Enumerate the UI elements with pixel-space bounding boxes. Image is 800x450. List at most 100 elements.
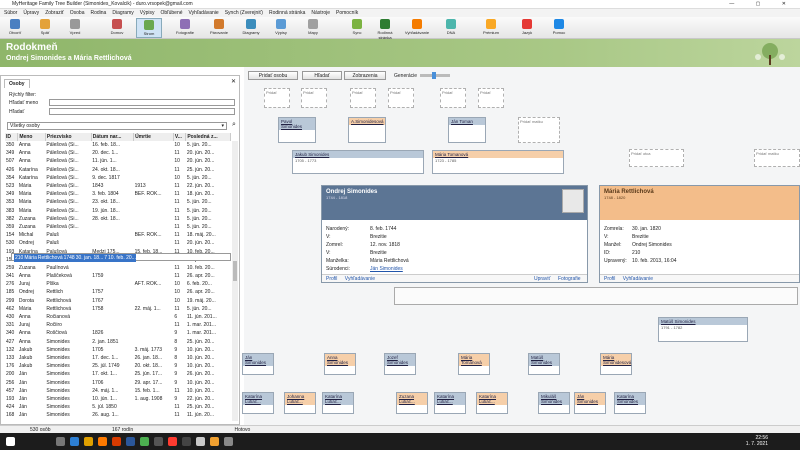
grandchild-node[interactable]: Katarína Lutiač... [476,392,508,414]
mother-node[interactable]: Mária Tomanová 1723 - 1785 [432,150,564,174]
node-name[interactable]: Matúš Simonides [659,318,747,325]
taskbar-app-icon[interactable] [126,437,135,446]
taskbar-app-icon[interactable] [56,437,65,446]
menu-item[interactable]: Výpisy [140,10,155,16]
person-filter-select[interactable]: Všetky osoby ▾ [7,122,227,130]
views-button[interactable]: Zobrazenia [344,71,386,80]
column-header[interactable]: V... [173,133,187,141]
add-great-grandparent[interactable]: Pridať [301,88,327,108]
add-mother-box[interactable]: Pridať matku [518,117,560,143]
node-name[interactable]: Anna Simonides [325,354,355,366]
table-row[interactable]: 457 Ján Simonides 24. máj. 1... 15. feb. 1..… [5,387,231,395]
column-header[interactable]: ID [5,133,19,141]
grandchild-node[interactable]: Katarína Lutiač... [434,392,466,414]
node-name[interactable]: Jozef Simonides [385,354,415,366]
column-header[interactable]: Posledná z... [185,133,231,141]
table-row[interactable]: 430 Anna Ročianová 6 11. jún. 201... [5,313,231,321]
grandchild-node[interactable]: Johanna Lutiač... [284,392,316,414]
siblings-link[interactable]: Ján Simonides [370,266,403,272]
menu-item[interactable]: Osoba [70,10,85,16]
table-row[interactable]: 462 Mária Rettlichová 1758 22. máj. 1... 11 5.… [5,305,231,313]
table-row[interactable]: 168 Ján Simonides 26. aug. 1... 11 11. jún. 2… [5,411,231,419]
taskbar-app-icon[interactable] [70,437,79,446]
person-photo[interactable] [562,189,584,213]
toolbar-button[interactable]: Prémium [478,18,504,38]
close-icon[interactable]: ✕ [231,78,236,85]
node-name[interactable]: Johanna Lutiač... [285,393,315,405]
window-controls[interactable]: — ▢ ✕ [729,0,796,9]
node-name[interactable]: Jakub Simonides [293,151,423,158]
add-father-box[interactable]: Pridať otca [629,149,684,167]
grandchild-node[interactable]: Zuzana Lutiač... [396,392,428,414]
table-row[interactable]: 133 Jakub Simonides 17. dec. 1... 26. jan. 1… [5,354,231,362]
toolbar-button[interactable]: Pomoc [546,18,572,38]
table-row[interactable]: 210 Mária Rettlichová 1748 30. jan. 18... 7 10… [11,253,231,263]
toolbar-button[interactable]: Strom [136,18,162,38]
grandparent-node[interactable]: Pavol Simonides [278,117,316,143]
node-name[interactable]: Mária Simonidesová [601,354,631,366]
table-row[interactable]: 259 Zuzana Paulínová 11 10. feb. 20... [5,264,231,272]
wife-card[interactable]: Mária Rettlichová 1748 - 1820 Zomrela: 30.… [599,185,800,283]
taskbar-app-icon[interactable] [154,437,163,446]
menu-item[interactable]: Zobraziť [45,10,64,16]
node-name[interactable]: Katarína Lutiač... [435,393,465,405]
toolbar-button[interactable]: Vyhľadávanie [404,18,430,38]
node-name[interactable]: Ján Simonides [243,354,273,366]
table-row[interactable]: 276 Juraj Plška AFT. ROK... 10 6. feb. 20... [5,280,231,288]
column-header[interactable]: Priezvisko [45,133,92,141]
toolbar-button[interactable]: Fotografie [172,18,198,38]
child-node[interactable]: Matúš Simonides [528,353,560,375]
child-node[interactable]: Mária Simonidesová [600,353,632,375]
table-row[interactable]: 350 Anna Pálešová (Si... 16. feb. 18... 10 5.… [5,141,231,149]
table-row[interactable]: 349 Anna Pálešová (Si... 20. dec. 1... 11 20.… [5,149,231,157]
toolbar-button[interactable]: Párovanie [206,18,232,38]
menu-item[interactable]: Synch (Zverejniť) [225,10,263,16]
table-row[interactable]: 354 Katarína Pálešová (Si... 9. dec. 1817 10… [5,174,231,182]
table-row[interactable]: 176 Jakub Simonides 25. júl. 1749 20. okt. 1… [5,362,231,370]
table-row[interactable]: 200 Ján Simonides 17. okt. 1... 25. jún. 17.… [5,370,231,378]
table-row[interactable]: 341 Anna Plaščeková 1759 11 26. apr. 20... [5,272,231,280]
child-node[interactable]: Ján Simonides [242,353,274,375]
table-row[interactable]: 383 Mária Pálešová (Si... 19. jún. 18... 11 5… [5,207,231,215]
node-name[interactable]: Katarína Lutiač... [243,393,273,405]
taskbar-app-icon[interactable] [210,437,219,446]
menu-item[interactable]: Súbor [4,10,17,16]
node-name[interactable]: Ján Toman [449,118,485,125]
search-icon[interactable]: ⌕ [229,121,239,131]
menu-item[interactable]: Rodinná stránka [269,10,305,16]
column-header[interactable]: Úmrtie [133,133,174,141]
toolbar-button[interactable]: Vpred [62,18,88,38]
node-name[interactable]: Katarína Lutiač... [477,393,507,405]
grandchild-node[interactable]: Katarína Lutiač... [242,392,274,414]
taskbar-app-icon[interactable] [168,437,177,446]
toolbar-button[interactable]: Sync [344,18,370,38]
table-row[interactable]: 185 Ondrej Rettlich 1757 10 26. apr. 20... [5,288,231,296]
tree-canvas[interactable]: Pridať osobu Hľadať Zobrazenia Generácie… [242,67,800,425]
taskbar-app-icon[interactable] [182,437,191,446]
node-name[interactable]: Katarína Simonides [615,393,645,405]
table-row[interactable]: 299 Dorota Rettlichová 1767 10 19. máj. 20... [5,297,231,305]
table-row[interactable]: 382 Zuzana Pálešová (Si... 28. okt. 18... 11… [5,215,231,223]
search-link[interactable]: Vyhľadávanie [623,276,653,282]
taskbar-app-icon[interactable] [140,437,149,446]
taskbar-app-icon[interactable] [84,437,93,446]
search-button[interactable]: Hľadať [302,71,342,80]
add-mother-box[interactable]: Pridať matku [754,149,800,167]
table-row[interactable]: 331 Juraj Ročiiro 11 1. mar. 201... [5,321,231,329]
column-header[interactable]: Meno [17,133,46,141]
menu-item[interactable]: Pomocník [336,10,358,16]
grandchild-node[interactable]: Ján Simonides [574,392,606,414]
add-great-grandparent[interactable]: Pridať [440,88,466,108]
menu-item[interactable]: Vyhľadávanie [189,10,219,16]
table-row[interactable]: 426 Katarína Pálešová (Si... 24. okt. 18...… [5,166,231,174]
grandchild-node[interactable]: Katarína Simonides [614,392,646,414]
taskbar-app-icon[interactable] [224,437,233,446]
table-row[interactable]: 256 Ján Simonides 1706 29. apr. 17... 9 10. jú… [5,378,231,386]
grandparent-node[interactable]: Ján Toman [448,117,486,143]
node-name[interactable]: Pavol Simonides [279,118,315,130]
toolbar-button[interactable]: DNA [438,18,464,38]
toolbar-button[interactable]: Diagramy [238,18,264,38]
child-node[interactable]: Anna Simonides [324,353,356,375]
tab-osoby[interactable]: Osoby [4,79,30,88]
toolbar-button[interactable]: Jazyk [514,18,540,38]
